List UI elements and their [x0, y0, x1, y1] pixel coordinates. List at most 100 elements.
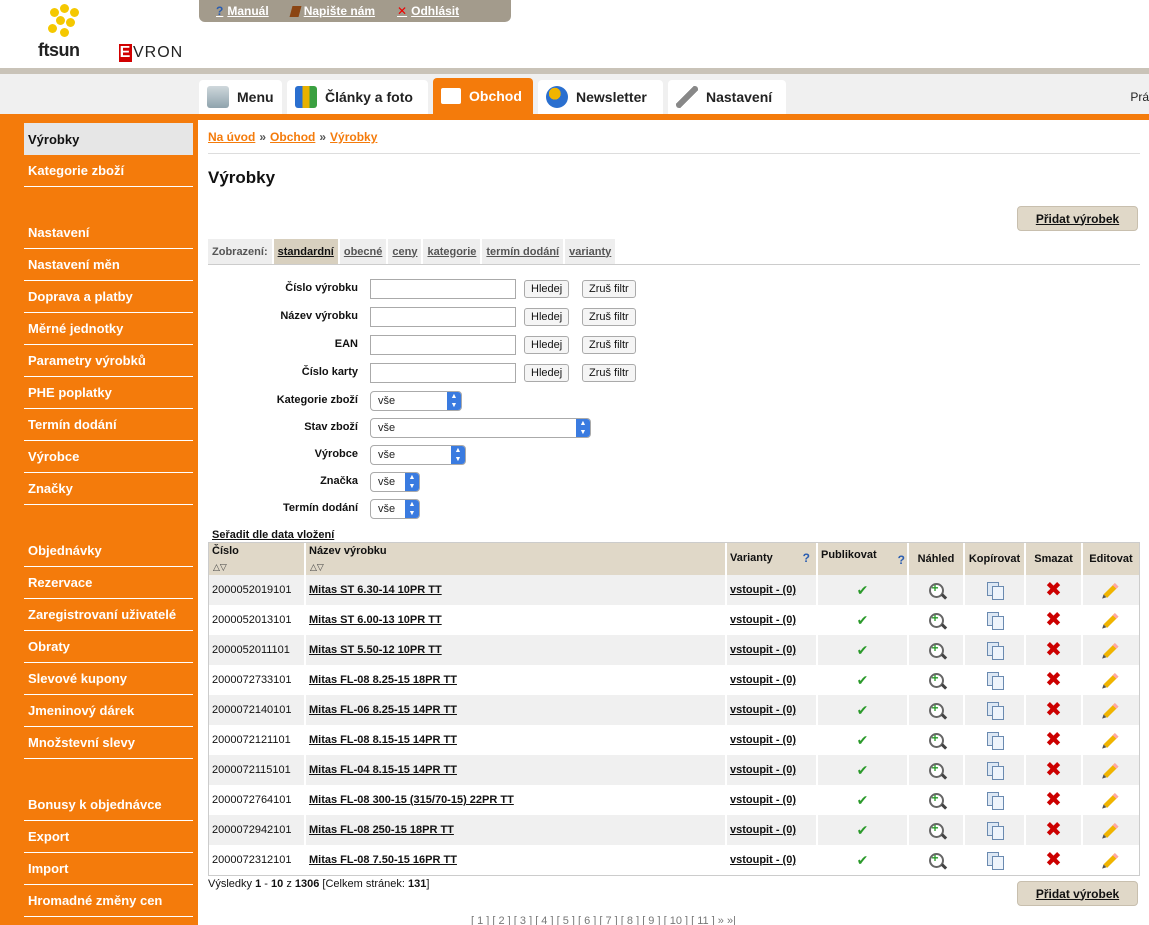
variants-link[interactable]: vstoupit - (0)	[727, 665, 818, 695]
magnifier-icon[interactable]	[928, 731, 944, 748]
sidebar-item-bulk-price-changes[interactable]: Hromadné změny cen	[24, 885, 193, 917]
checkmark-icon[interactable]: ✔	[857, 702, 869, 719]
magnifier-icon[interactable]	[928, 671, 944, 688]
tab-menu[interactable]: Menu	[199, 80, 282, 114]
delete-icon[interactable]: ✖	[1045, 640, 1062, 660]
sidebar-item-shipping[interactable]: Doprava a platby	[24, 281, 193, 313]
sidebar-item-reservations[interactable]: Rezervace	[24, 567, 193, 599]
product-name-link[interactable]: Mitas ST 5.50-12 10PR TT	[306, 635, 727, 665]
magnifier-icon[interactable]	[928, 851, 944, 868]
pencil-icon[interactable]	[1103, 582, 1119, 598]
variants-link[interactable]: vstoupit - (0)	[727, 605, 818, 635]
variants-link[interactable]: vstoupit - (0)	[727, 815, 818, 845]
variants-link[interactable]: vstoupit - (0)	[727, 725, 818, 755]
delete-icon[interactable]: ✖	[1045, 730, 1062, 750]
product-name-link[interactable]: Mitas FL-08 8.25-15 18PR TT	[306, 665, 727, 695]
pencil-icon[interactable]	[1103, 702, 1119, 718]
checkmark-icon[interactable]: ✔	[857, 822, 869, 839]
delete-icon[interactable]: ✖	[1045, 760, 1062, 780]
copy-icon[interactable]	[987, 732, 1004, 750]
write-us-link[interactable]: Napište nám	[289, 4, 375, 18]
ean-input[interactable]	[370, 335, 516, 355]
magnifier-icon[interactable]	[928, 791, 944, 808]
copy-icon[interactable]	[987, 612, 1004, 630]
search-button[interactable]: Hledej	[524, 308, 570, 326]
variants-link[interactable]: vstoupit - (0)	[727, 635, 818, 665]
sort-by-date-link[interactable]: Seřadit dle data vložení	[212, 529, 334, 541]
variants-link[interactable]: vstoupit - (0)	[727, 785, 818, 815]
sidebar-item-categories[interactable]: Kategorie zboží	[24, 155, 193, 187]
copy-icon[interactable]	[987, 702, 1004, 720]
add-product-button[interactable]: Přidat výrobek	[1017, 206, 1138, 231]
manual-link[interactable]: ? Manuál	[216, 4, 269, 18]
delete-icon[interactable]: ✖	[1045, 670, 1062, 690]
delete-icon[interactable]: ✖	[1045, 850, 1062, 870]
delete-icon[interactable]: ✖	[1045, 610, 1062, 630]
pagination[interactable]: [ 1 ] [ 2 ] [ 3 ] [ 4 ] [ 5 ] [ 6 ] [ 7 …	[471, 915, 736, 925]
pencil-icon[interactable]	[1103, 732, 1119, 748]
tab-shop[interactable]: Obchod	[433, 78, 533, 114]
view-standard[interactable]: standardní	[273, 239, 338, 264]
checkmark-icon[interactable]: ✔	[857, 612, 869, 629]
pencil-icon[interactable]	[1103, 672, 1119, 688]
sidebar-item-quantity-discounts[interactable]: Množstevní slevy	[24, 727, 193, 759]
delivery-term-select[interactable]: vše ▲ ▼	[370, 499, 420, 519]
product-name-link[interactable]: Mitas FL-08 300-15 (315/70-15) 22PR TT	[306, 785, 727, 815]
sidebar-item-coupons[interactable]: Slevové kupony	[24, 663, 193, 695]
copy-icon[interactable]	[987, 792, 1004, 810]
sidebar-item-registered-users[interactable]: Zaregistrovaní uživatelé	[24, 599, 193, 631]
variants-link[interactable]: vstoupit - (0)	[727, 755, 818, 785]
sidebar-item-turnover[interactable]: Obraty	[24, 631, 193, 663]
help-icon[interactable]: ?	[898, 553, 905, 567]
view-category[interactable]: kategorie	[423, 239, 481, 264]
checkmark-icon[interactable]: ✔	[857, 732, 869, 749]
clear-filter-button[interactable]: Zruš filtr	[582, 308, 636, 326]
variants-link[interactable]: vstoupit - (0)	[727, 845, 818, 875]
breadcrumb-shop[interactable]: Obchod	[270, 130, 315, 144]
tab-newsletter[interactable]: Newsletter	[538, 80, 663, 114]
copy-icon[interactable]	[987, 852, 1004, 870]
delete-icon[interactable]: ✖	[1045, 820, 1062, 840]
product-name-link[interactable]: Mitas ST 6.00-13 10PR TT	[306, 605, 727, 635]
product-name-input[interactable]	[370, 307, 516, 327]
logout-link[interactable]: ✕ Odhlásit	[397, 4, 459, 18]
delete-icon[interactable]: ✖	[1045, 790, 1062, 810]
magnifier-icon[interactable]	[928, 761, 944, 778]
variants-link[interactable]: vstoupit - (0)	[727, 575, 818, 605]
view-prices[interactable]: ceny	[388, 239, 422, 264]
sidebar-item-currencies[interactable]: Nastavení měn	[24, 249, 193, 281]
sort-arrows-icon[interactable]: △▽	[213, 562, 227, 573]
copy-icon[interactable]	[987, 822, 1004, 840]
search-button[interactable]: Hledej	[524, 336, 570, 354]
help-icon[interactable]: ?	[803, 551, 810, 565]
pencil-icon[interactable]	[1103, 822, 1119, 838]
card-number-input[interactable]	[370, 363, 516, 383]
clear-filter-button[interactable]: Zruš filtr	[582, 280, 636, 298]
checkmark-icon[interactable]: ✔	[857, 852, 869, 869]
tab-articles[interactable]: Články a foto	[287, 80, 428, 114]
view-delivery-term[interactable]: termín dodání	[482, 239, 564, 264]
sidebar-item-import[interactable]: Import	[24, 853, 193, 885]
manufacturer-select[interactable]: vše ▲ ▼	[370, 445, 466, 465]
pencil-icon[interactable]	[1103, 612, 1119, 628]
product-name-link[interactable]: Mitas FL-08 250-15 18PR TT	[306, 815, 727, 845]
brand-select[interactable]: vše ▲ ▼	[370, 472, 420, 492]
delete-icon[interactable]: ✖	[1045, 580, 1062, 600]
checkmark-icon[interactable]: ✔	[857, 642, 869, 659]
clear-filter-button[interactable]: Zruš filtr	[582, 336, 636, 354]
checkmark-icon[interactable]: ✔	[857, 792, 869, 809]
sidebar-item-parameters[interactable]: Parametry výrobků	[24, 345, 193, 377]
sidebar-item-brands[interactable]: Značky	[24, 473, 193, 505]
sidebar-item-orders[interactable]: Objednávky	[24, 535, 193, 567]
view-variants[interactable]: varianty	[565, 239, 616, 264]
clear-filter-button[interactable]: Zruš filtr	[582, 364, 636, 382]
sidebar-item-delivery-terms[interactable]: Termín dodání	[24, 409, 193, 441]
add-product-button-bottom[interactable]: Přidat výrobek	[1017, 881, 1138, 906]
copy-icon[interactable]	[987, 672, 1004, 690]
pencil-icon[interactable]	[1103, 762, 1119, 778]
magnifier-icon[interactable]	[928, 611, 944, 628]
view-general[interactable]: obecné	[339, 239, 387, 264]
sidebar-item-order-bonuses[interactable]: Bonusy k objednávce	[24, 789, 193, 821]
product-name-link[interactable]: Mitas FL-04 8.15-15 14PR TT	[306, 755, 727, 785]
sidebar-item-units[interactable]: Měrné jednotky	[24, 313, 193, 345]
